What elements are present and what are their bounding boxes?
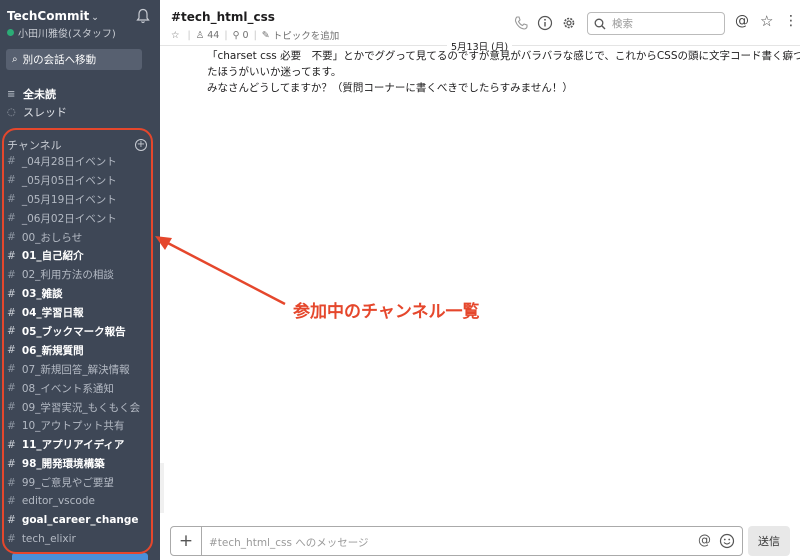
attach-plus-icon[interactable]: +: [171, 527, 202, 555]
search-input[interactable]: 検索: [587, 12, 725, 35]
phone-icon[interactable]: [513, 15, 529, 31]
search-placeholder: 検索: [612, 18, 633, 30]
workspace-name: TechCommit: [7, 9, 90, 23]
workspace-menu[interactable]: TechCommit ⌄: [7, 9, 99, 23]
annotation-highlight-box: [2, 128, 153, 554]
message-input-placeholder[interactable]: #tech_html_css へのメッセージ: [209, 535, 369, 550]
emoji-icon[interactable]: [719, 533, 735, 549]
mentions-icon[interactable]: @: [735, 13, 751, 29]
bell-icon[interactable]: [136, 8, 150, 24]
mention-icon[interactable]: @: [698, 533, 711, 548]
add-topic-link[interactable]: トピックを追加: [273, 28, 340, 42]
jump-to-conversation-button[interactable]: ⌕ 別の会話へ移動: [6, 49, 142, 70]
divider: [160, 463, 164, 513]
message-line-3: みなさんどうしてますか？（質問コーナーに書くべきでしたらすみません！）: [207, 82, 573, 94]
sidebar-item-threads[interactable]: ◌ スレッド: [7, 104, 67, 120]
send-button[interactable]: 送信: [748, 526, 790, 556]
sidebar-item-all-unreads[interactable]: ≡ 全未読: [7, 86, 56, 102]
member-icon: ♙: [195, 29, 205, 41]
list-icon: ≡: [7, 88, 16, 100]
channel-title[interactable]: #tech_html_css: [171, 10, 275, 24]
pin-icon: ⚲: [232, 29, 240, 41]
pin-count[interactable]: 0: [243, 30, 249, 41]
more-icon[interactable]: ⋮: [784, 13, 800, 29]
jump-label: 別の会話へ移動: [22, 54, 97, 66]
gear-icon[interactable]: [561, 15, 577, 31]
user-name: 小田川雅俊(スタッフ): [18, 29, 116, 40]
all-unreads-label: 全未読: [23, 88, 56, 101]
channel-meta: ☆ | ♙ 44 | ⚲ 0 | ✎ トピックを追加: [171, 28, 340, 43]
threads-label: スレッド: [23, 106, 67, 119]
sidebar-bottom-button[interactable]: [12, 553, 148, 560]
annotation-label: 参加中のチャンネル一覧: [293, 302, 480, 322]
message-line-2: たほうがいいか迷ってます。: [207, 66, 342, 78]
thread-icon: ◌: [7, 106, 16, 118]
message-composer[interactable]: + #tech_html_css へのメッセージ @: [170, 526, 743, 556]
current-user[interactable]: 小田川雅俊(スタッフ): [7, 25, 116, 40]
member-count[interactable]: 44: [207, 30, 219, 41]
search-icon: [594, 18, 606, 29]
jump-icon: ⌕: [12, 54, 18, 65]
chevron-down-icon: ⌄: [91, 13, 99, 23]
message-line-1: 「charset css 必要 不要」とかでググって見てるのですが意見がバラバラ…: [207, 50, 800, 62]
star-icon[interactable]: ☆: [171, 30, 180, 41]
presence-icon: [7, 29, 14, 36]
info-icon[interactable]: [537, 15, 553, 31]
pencil-icon: ✎: [261, 29, 270, 41]
star-items-icon[interactable]: ☆: [760, 12, 776, 30]
